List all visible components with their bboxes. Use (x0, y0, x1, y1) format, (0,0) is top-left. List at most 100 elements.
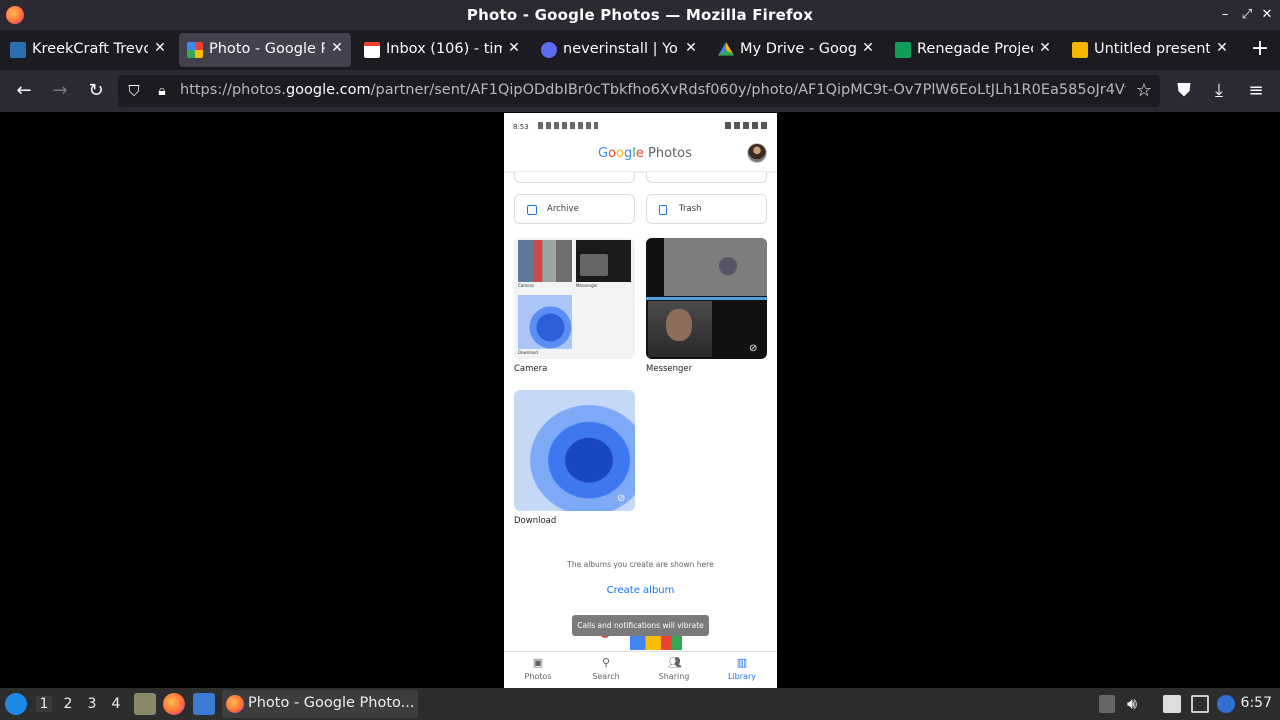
notification-icon[interactable] (1217, 695, 1235, 713)
trash-button[interactable]: Trash (646, 194, 767, 224)
url-domain: google.com (285, 82, 371, 98)
messenger-album-thumbnail[interactable]: ⊘ (646, 238, 767, 359)
nav-library-label: Library (728, 672, 756, 681)
nav-library[interactable]: ▥ Library (708, 652, 776, 688)
logo-letter: o (608, 146, 617, 161)
tab-google-photos[interactable]: Photo - Google Photos ✕ (179, 33, 351, 67)
hidden-from-memories-icon: ⊘ (617, 493, 626, 504)
tab-google-drive[interactable]: My Drive - Google ✕ (710, 33, 882, 67)
tab-untitled-presentation[interactable]: Untitled presentat ✕ (1064, 33, 1236, 67)
workspace-2[interactable]: 2 (60, 696, 76, 712)
tab-kreekcraft[interactable]: KreekCraft Trevor ✕ (2, 33, 174, 67)
nav-search[interactable]: ⚲ Search (572, 652, 640, 688)
url-text[interactable]: https://photos.google.com/partner/sent/A… (180, 82, 1126, 98)
create-album-button[interactable]: Create album (504, 585, 777, 596)
tab-label: Untitled presentat (1094, 41, 1210, 57)
forward-arrow-icon[interactable]: → (48, 79, 72, 103)
sharing-icon: 👥︎ (668, 656, 682, 669)
bottom-navigation: ▣ Photos ⚲ Search 👥︎ Sharing ▥ Library (504, 651, 777, 688)
bookmark-star-icon[interactable]: ☆ (1132, 79, 1156, 103)
tab-close-icon[interactable]: ✕ (1214, 40, 1230, 58)
nav-sharing-label: Sharing (658, 672, 690, 681)
workspace-3[interactable]: 3 (84, 696, 100, 712)
neverinstall-favicon-icon (541, 42, 557, 58)
start-menu-icon[interactable] (5, 693, 27, 715)
kreekcraft-favicon-icon (10, 42, 26, 58)
clipboard-icon[interactable] (1163, 695, 1181, 713)
messenger-selfie-image (648, 301, 712, 357)
download-album-label: Download (514, 516, 557, 526)
phone-status-time: 8:53 (513, 123, 529, 131)
tab-neverinstall[interactable]: neverinstall | Your ✕ (533, 33, 705, 67)
window-titlebar: Photo - Google Photos — Mozilla Firefox … (0, 0, 1280, 30)
desktop-taskbar: 1 2 3 4 Photo - Google Photo... 🔊︎ 6:57 (0, 688, 1280, 720)
tracking-shield-icon[interactable]: ⛉ (122, 79, 146, 103)
collage-label: Camera (518, 283, 534, 288)
menu-hamburger-icon[interactable]: ≡ (1244, 79, 1268, 103)
tab-close-icon[interactable]: ✕ (329, 40, 345, 58)
download-album-thumbnail[interactable]: ⊘ (514, 390, 635, 511)
url-bar[interactable]: ⛉ 🔒︎ https://photos.google.com/partner/s… (118, 75, 1160, 107)
updates-icon[interactable] (1099, 695, 1115, 713)
google-photos-logo-overlay: Google Photos (598, 146, 692, 161)
tab-close-icon[interactable]: ✕ (683, 40, 699, 58)
tab-label: Renegade Project (917, 41, 1033, 57)
google-sheets-favicon-icon (895, 42, 911, 58)
window-title: Photo - Google Photos — Mozilla Firefox (466, 6, 814, 24)
network-icon[interactable] (1191, 695, 1209, 713)
phone-status-bar: 8:53 (504, 113, 777, 139)
google-photos-favicon-icon (187, 42, 203, 58)
back-arrow-icon[interactable]: ← (12, 79, 36, 103)
messenger-top-image (646, 238, 767, 296)
hidden-from-memories-icon: ⊘ (749, 343, 758, 354)
maximize-icon[interactable]: ⤢ (1238, 6, 1256, 24)
archive-button[interactable]: Archive (514, 194, 635, 224)
file-manager-icon[interactable] (134, 693, 156, 715)
tab-label: My Drive - Google (740, 41, 856, 57)
firefox-icon (226, 695, 244, 713)
nav-photos[interactable]: ▣ Photos (504, 652, 572, 688)
library-icon: ▥ (736, 656, 748, 669)
desktop-icon[interactable] (193, 693, 215, 715)
camera-collage-image (518, 240, 572, 282)
workspace-4[interactable]: 4 (108, 696, 124, 712)
clock: 6:57 (1240, 695, 1272, 711)
tab-close-icon[interactable]: ✕ (152, 40, 168, 58)
archive-label: Archive (547, 204, 579, 214)
new-tab-button[interactable]: + (1248, 36, 1272, 64)
pocket-icon[interactable]: ⛊ (1172, 79, 1196, 103)
messenger-album-label: Messenger (646, 364, 693, 374)
account-avatar[interactable] (747, 143, 767, 163)
google-slides-favicon-icon (1072, 42, 1088, 58)
phone-screenshot: 8:53 Google Photos Google Photos Archive… (504, 113, 777, 688)
taskbar-task-firefox[interactable]: Photo - Google Photo... (222, 690, 418, 718)
lock-icon[interactable]: 🔒︎ (150, 79, 174, 103)
tab-close-icon[interactable]: ✕ (860, 40, 876, 58)
camera-album-label: Camera (514, 364, 548, 374)
tab-gmail[interactable]: Inbox (106) - timm ✕ (356, 33, 528, 67)
page-content: 8:53 Google Photos Google Photos Archive… (0, 112, 1280, 688)
tab-label: Photo - Google Photos (209, 41, 325, 57)
tab-close-icon[interactable]: ✕ (1037, 40, 1053, 58)
downloads-icon[interactable]: ⤓ (1207, 79, 1231, 103)
gmail-favicon-icon (364, 42, 380, 58)
archive-icon (527, 205, 537, 215)
minimize-icon[interactable]: – (1216, 6, 1234, 24)
logo-letter: e (635, 146, 644, 161)
nav-sharing[interactable]: 👥︎ Sharing (640, 652, 708, 688)
logo-letter: G (598, 146, 609, 161)
empty-albums-text: The albums you create are shown here (567, 560, 714, 569)
close-window-icon[interactable]: ✕ (1258, 6, 1276, 24)
tab-close-icon[interactable]: ✕ (506, 40, 522, 58)
firefox-launcher-icon[interactable] (163, 693, 185, 715)
collage-label: Messenger (576, 283, 598, 288)
workspace-1[interactable]: 1 (36, 696, 52, 712)
camera-album-thumbnail[interactable]: Camera Messenger Download (514, 238, 635, 359)
volume-icon[interactable]: 🔊︎ (1127, 695, 1145, 713)
taskbar-task-label: Photo - Google Photo... (248, 695, 415, 711)
reload-icon[interactable]: ↻ (84, 79, 108, 103)
tab-renegade-project[interactable]: Renegade Project ✕ (887, 33, 1059, 67)
photos-icon: ▣ (532, 656, 544, 669)
nav-search-label: Search (592, 672, 620, 681)
messenger-collage-image (576, 240, 631, 282)
